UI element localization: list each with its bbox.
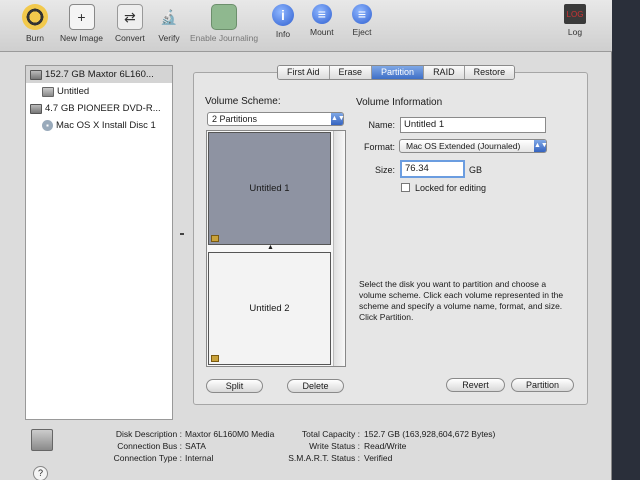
volume-icon [42, 86, 54, 97]
eject-icon: ≡ [352, 4, 372, 24]
smart-status-value: Verified [364, 453, 393, 463]
volume-label: Mac OS X Install Disc 1 [56, 120, 156, 131]
format-value: Mac OS Extended (Journaled) [406, 141, 521, 151]
chevron-down-icon: ▲▼ [534, 140, 548, 152]
cd-icon [42, 120, 53, 131]
new-image-button[interactable]: + New Image [60, 4, 103, 48]
total-capacity-label: Total Capacity : [301, 429, 360, 439]
log-label: Log [567, 27, 583, 37]
convert-icon: ⇄ [116, 4, 143, 30]
tab-first-aid[interactable]: First Aid [278, 66, 330, 79]
volume-item-untitled[interactable]: Untitled [26, 83, 172, 100]
connection-bus-label: Connection Bus : [117, 441, 182, 451]
volume-item-install-disc[interactable]: Mac OS X Install Disc 1 [26, 117, 172, 134]
enable-journaling-button[interactable]: Enable Journaling [190, 4, 258, 48]
tab-partition[interactable]: Partition [372, 66, 425, 79]
locked-label: Locked for editing [415, 183, 487, 193]
disk-utility-window: Burn + New Image ⇄ Convert 🔬 Verify Enab… [0, 0, 612, 480]
scheme-scrollbar[interactable] [333, 131, 345, 366]
tab-erase[interactable]: Erase [329, 66, 373, 79]
device-label: 4.7 GB PIONEER DVD-R... [45, 103, 161, 114]
eject-button[interactable]: ≡ Eject [352, 4, 372, 48]
new-image-label: New Image [60, 33, 103, 43]
disk-description-label: Disk Description : [115, 429, 182, 439]
mount-icon: ≡ [311, 4, 332, 24]
lock-icon [211, 235, 219, 242]
volume-block-label: Untitled 1 [249, 183, 290, 194]
journaling-icon [211, 4, 238, 30]
mount-label: Mount [310, 27, 334, 37]
optical-drive-icon [30, 103, 42, 114]
burn-icon [22, 4, 48, 30]
log-button[interactable]: LOG Log [564, 4, 586, 48]
toolbar: Burn + New Image ⇄ Convert 🔬 Verify Enab… [0, 0, 612, 52]
write-status-label: Write Status : [309, 441, 360, 451]
tab-bar: First Aid Erase Partition RAID Restore [277, 65, 516, 80]
new-image-icon: + [68, 4, 95, 30]
burn-label: Burn [26, 33, 44, 43]
format-select[interactable]: Mac OS Extended (Journaled) ▲▼ [399, 139, 548, 153]
device-label: 152.7 GB Maxtor 6L160... [45, 69, 154, 80]
enable-journaling-label: Enable Journaling [190, 33, 259, 43]
connection-bus-value: SATA [185, 441, 206, 451]
partition-button[interactable]: Partition [511, 378, 574, 392]
volume-scheme-select[interactable]: 2 Partitions ▲▼ [207, 112, 345, 126]
revert-button[interactable]: Revert [446, 378, 505, 392]
help-button[interactable]: ? [33, 466, 48, 480]
size-field[interactable]: 76.34 [400, 160, 465, 178]
tab-raid[interactable]: RAID [424, 66, 465, 79]
device-list[interactable]: 152.7 GB Maxtor 6L160... Untitled 4.7 GB… [25, 65, 173, 420]
hard-disk-icon [30, 69, 42, 80]
info-button[interactable]: i Info [272, 4, 294, 48]
volume-scheme-value: 2 Partitions [212, 114, 258, 124]
locked-checkbox[interactable] [401, 183, 410, 192]
total-capacity-value: 152.7 GB (163,928,604,672 Bytes) [364, 429, 496, 439]
volume-block-1[interactable]: Untitled 1 [208, 132, 331, 245]
delete-button[interactable]: Delete [287, 379, 344, 393]
volume-scheme-label: Volume Scheme: [205, 96, 281, 107]
size-label: Size: [374, 165, 395, 175]
convert-label: Convert [115, 33, 145, 43]
mount-button[interactable]: ≡ Mount [310, 4, 334, 48]
smart-status-label: S.M.A.R.T. Status : [288, 453, 360, 463]
volume-scheme-map: Untitled 1 ▲ Untitled 2 [206, 130, 346, 367]
verify-button[interactable]: 🔬 Verify [156, 4, 182, 48]
convert-button[interactable]: ⇄ Convert [115, 4, 145, 48]
info-icon: i [272, 4, 294, 26]
volume-block-label: Untitled 2 [249, 303, 290, 314]
resize-handle[interactable]: ▲ [267, 244, 274, 251]
verify-label: Verify [158, 33, 180, 43]
size-unit: GB [469, 165, 483, 175]
name-field[interactable]: Untitled 1 [400, 117, 546, 133]
eject-label: Eject [352, 27, 372, 37]
connection-type-label: Connection Type : [113, 453, 182, 463]
info-label: Info [275, 29, 291, 39]
device-item-pioneer[interactable]: 4.7 GB PIONEER DVD-R... [26, 100, 172, 117]
disk-icon [31, 429, 53, 451]
connection-type-value: Internal [185, 453, 214, 463]
split-button[interactable]: Split [206, 379, 263, 393]
volume-information-heading: Volume Information [356, 97, 443, 108]
partition-instructions: Select the disk you want to partition an… [359, 279, 564, 322]
volume-label: Untitled [57, 86, 90, 97]
volume-block-2[interactable]: Untitled 2 [208, 252, 331, 365]
chevron-down-icon: ▲▼ [331, 113, 345, 125]
tab-restore[interactable]: Restore [464, 66, 515, 79]
microscope-icon: 🔬 [160, 8, 178, 25]
device-item-maxtor[interactable]: 152.7 GB Maxtor 6L160... [26, 66, 172, 83]
burn-button[interactable]: Burn [22, 4, 48, 48]
format-label: Format: [363, 142, 395, 152]
name-label: Name: [368, 120, 395, 130]
log-icon: LOG [564, 4, 586, 24]
splitter-handle[interactable] [180, 233, 184, 235]
write-status-value: Read/Write [364, 441, 407, 451]
lock-icon [211, 355, 219, 362]
